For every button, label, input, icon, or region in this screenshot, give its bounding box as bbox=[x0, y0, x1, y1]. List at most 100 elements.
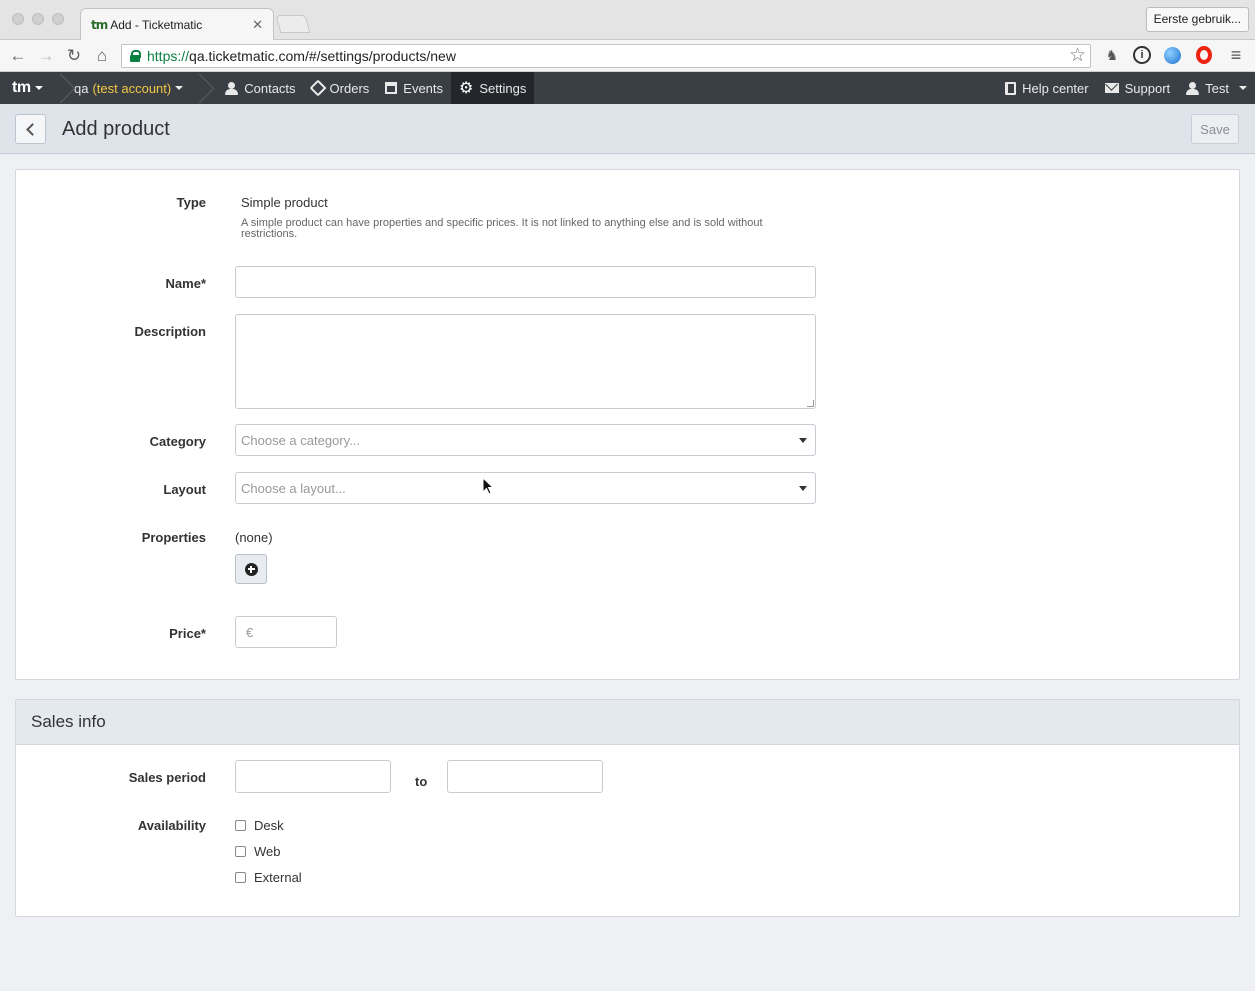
1password-icon[interactable]: i bbox=[1133, 46, 1151, 64]
nav-item-label: Contacts bbox=[244, 80, 296, 96]
nav-item-contacts[interactable]: Contacts bbox=[217, 72, 303, 104]
sales-info-panel: Sales info Sales period to Availability … bbox=[15, 699, 1240, 917]
nav-item-label: Help center bbox=[1022, 80, 1089, 96]
category-placeholder: Choose a category... bbox=[241, 432, 360, 448]
browser-tabstrip: tm Add - Ticketmatic ✕ Eerste gebruik... bbox=[0, 0, 1255, 40]
nav-item-label: Events bbox=[403, 80, 444, 96]
sales-info-heading: Sales info bbox=[16, 700, 1239, 745]
category-label: Category bbox=[149, 434, 206, 449]
back-arrow-icon[interactable]: ← bbox=[6, 44, 30, 68]
nav-item-orders[interactable]: Orders bbox=[304, 72, 378, 104]
type-label: Type bbox=[176, 195, 206, 210]
account-switcher[interactable]: qa (test account) bbox=[68, 81, 195, 96]
url-path: qa.ticketmatic.com/#/settings/products/n… bbox=[189, 48, 456, 64]
new-tab-button[interactable] bbox=[275, 15, 311, 33]
sales-period-to-label: to bbox=[415, 774, 428, 789]
evernote-icon[interactable]: ♞ bbox=[1101, 44, 1123, 66]
page-header: Add product Save bbox=[0, 104, 1255, 154]
type-value: Simple product bbox=[241, 195, 328, 210]
profile-button[interactable]: Eerste gebruik... bbox=[1145, 7, 1249, 32]
sales-period-start-input[interactable] bbox=[235, 760, 391, 793]
tab-close-icon[interactable]: ✕ bbox=[252, 17, 263, 33]
tab-title: Add - Ticketmatic bbox=[110, 17, 203, 32]
category-select[interactable]: Choose a category... bbox=[235, 424, 816, 456]
nav-item-settings[interactable]: ⚙ Settings bbox=[451, 72, 535, 104]
tag-icon bbox=[309, 79, 327, 97]
availability-web[interactable]: Web bbox=[235, 844, 281, 859]
external-label: External bbox=[254, 870, 302, 885]
properties-label: Properties bbox=[141, 530, 206, 545]
nav-item-support[interactable]: Support bbox=[1097, 72, 1179, 104]
sales-period-end-input[interactable] bbox=[447, 760, 603, 793]
desk-checkbox[interactable] bbox=[235, 820, 246, 831]
type-help-text: A simple product can have properties and… bbox=[241, 217, 763, 240]
chevron-down-icon bbox=[175, 86, 184, 90]
mail-icon bbox=[1104, 83, 1119, 93]
browser-tab[interactable]: tm Add - Ticketmatic ✕ bbox=[80, 8, 274, 40]
properties-value: (none) bbox=[235, 530, 273, 545]
resize-handle-icon[interactable] bbox=[807, 400, 814, 407]
price-placeholder: € bbox=[246, 624, 254, 640]
user-icon bbox=[225, 81, 239, 95]
description-textarea[interactable] bbox=[235, 314, 816, 409]
layout-placeholder: Choose a layout... bbox=[241, 480, 346, 496]
nav-item-help-center[interactable]: Help center bbox=[997, 72, 1096, 104]
add-property-button[interactable] bbox=[235, 554, 267, 584]
reload-icon[interactable]: ↻ bbox=[62, 44, 86, 68]
layout-select[interactable]: Choose a layout... bbox=[235, 472, 816, 504]
gear-icon: ⚙ bbox=[459, 79, 474, 97]
name-input[interactable] bbox=[235, 266, 816, 298]
browser-toolbar: ← → ↻ ⌂ https://qa.ticketmatic.com/#/set… bbox=[0, 40, 1255, 72]
name-label: Name* bbox=[165, 276, 206, 291]
close-window-button[interactable] bbox=[12, 13, 24, 25]
window-controls[interactable] bbox=[12, 13, 64, 25]
home-icon[interactable]: ⌂ bbox=[90, 44, 114, 68]
brand-logo: tm bbox=[12, 79, 31, 96]
nav-item-label: Support bbox=[1124, 80, 1171, 96]
tab-favicon-icon: tm bbox=[91, 17, 108, 32]
minimize-window-button[interactable] bbox=[32, 13, 44, 25]
menu-icon[interactable]: ≡ bbox=[1225, 44, 1247, 66]
address-bar[interactable]: https://qa.ticketmatic.com/#/settings/pr… bbox=[121, 44, 1091, 68]
availability-external[interactable]: External bbox=[235, 870, 302, 885]
layout-label: Layout bbox=[163, 482, 206, 497]
app-navbar: tm qa (test account) Contacts Orders Eve… bbox=[0, 72, 1255, 104]
back-button[interactable] bbox=[15, 114, 46, 144]
bookmark-star-icon[interactable]: ☆ bbox=[1069, 45, 1086, 67]
nav-item-label: Settings bbox=[479, 80, 527, 96]
calendar-icon bbox=[385, 82, 398, 94]
availability-label: Availability bbox=[137, 818, 206, 833]
price-input[interactable]: € bbox=[235, 616, 337, 648]
opera-icon[interactable] bbox=[1193, 44, 1215, 66]
nav-item-user-menu[interactable]: Test bbox=[1178, 72, 1255, 104]
product-form-panel: Type Simple product A simple product can… bbox=[15, 169, 1240, 680]
url-scheme: https:// bbox=[147, 48, 190, 64]
desk-label: Desk bbox=[254, 818, 284, 833]
globe-icon[interactable] bbox=[1161, 44, 1183, 66]
chevron-down-icon bbox=[799, 486, 807, 491]
user-icon bbox=[1186, 81, 1200, 95]
breadcrumb-separator bbox=[195, 72, 207, 104]
page-title: Add product bbox=[62, 118, 170, 140]
lock-icon bbox=[130, 50, 141, 62]
nav-item-label: Orders bbox=[329, 80, 370, 96]
external-checkbox[interactable] bbox=[235, 872, 246, 883]
save-button[interactable]: Save bbox=[1191, 114, 1239, 144]
chevron-down-icon bbox=[34, 86, 43, 90]
plus-circle-icon bbox=[244, 562, 258, 576]
book-icon bbox=[1005, 81, 1017, 95]
web-checkbox[interactable] bbox=[235, 846, 246, 857]
breadcrumb-separator bbox=[56, 72, 68, 104]
chevron-down-icon bbox=[1239, 86, 1247, 90]
nav-item-label: Test bbox=[1205, 80, 1229, 96]
description-label: Description bbox=[134, 324, 206, 339]
account-name: qa bbox=[74, 80, 89, 96]
zoom-window-button[interactable] bbox=[52, 13, 64, 25]
web-label: Web bbox=[254, 844, 281, 859]
nav-item-events[interactable]: Events bbox=[377, 72, 451, 104]
chevron-down-icon bbox=[799, 438, 807, 443]
forward-arrow-icon[interactable]: → bbox=[34, 44, 58, 68]
account-note: (test account) bbox=[92, 80, 172, 96]
availability-desk[interactable]: Desk bbox=[235, 818, 284, 833]
sales-period-label: Sales period bbox=[128, 770, 206, 785]
